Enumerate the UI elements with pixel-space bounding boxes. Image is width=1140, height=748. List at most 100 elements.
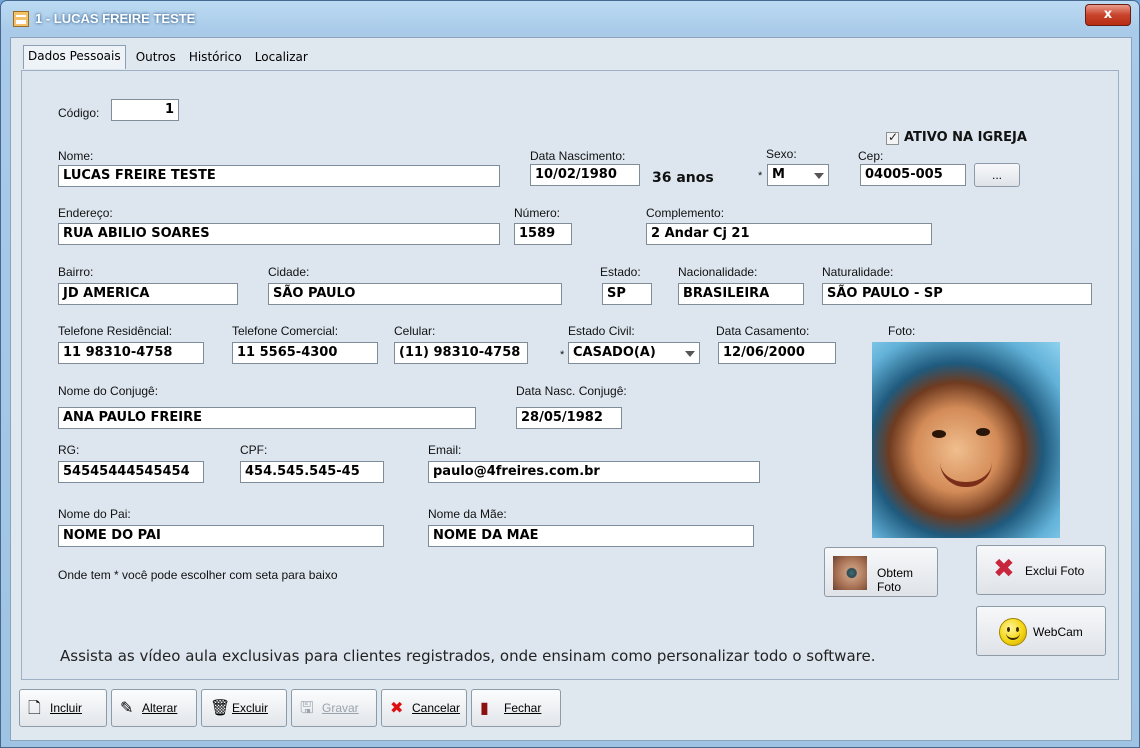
new-document-icon: 🗋 (28, 698, 41, 717)
casamento-field[interactable]: 12/06/2000 (718, 342, 836, 364)
email-field[interactable]: paulo@4freires.com.br (428, 461, 760, 483)
cpf-field[interactable]: 454.545.545-45 (240, 461, 384, 483)
cancelar-label: Cancelar (412, 701, 461, 715)
sexo-select[interactable]: M (767, 164, 829, 186)
gravar-label: Gravar (322, 701, 359, 715)
pai-field[interactable]: NOME DO PAI (58, 525, 384, 547)
nascimento-field[interactable]: 10/02/1980 (530, 164, 640, 186)
codigo-label: Código: (58, 106, 100, 120)
naturalidade-field[interactable]: SÃO PAULO - SP (822, 283, 1092, 305)
obtem-foto-label: Obtem Foto (877, 566, 914, 594)
nacionalidade-label: Nacionalidade: (678, 265, 758, 279)
nome-label: Nome: (58, 149, 94, 163)
nasc-conjuge-field[interactable]: 28/05/1982 (516, 407, 622, 429)
cep-label: Cep: (858, 149, 884, 163)
door-exit-icon: ▮ (480, 698, 489, 717)
cep-lookup-button[interactable]: ... (974, 163, 1020, 187)
photo-smile (940, 462, 992, 487)
foto-label: Foto: (888, 324, 916, 338)
tel-com-label: Telefone Comercial: (232, 324, 339, 338)
window-title: 1 - LUCAS FREIRE TESTE (35, 11, 196, 26)
nasc-conjuge-label: Data Nasc. Conjugê: (516, 384, 627, 398)
cancelar-button[interactable]: ✖ Cancelar (381, 689, 467, 727)
endereco-label: Endereço: (58, 206, 113, 220)
endereco-field[interactable]: RUA ABILIO SOARES (58, 223, 500, 245)
required-marker: * (758, 170, 763, 182)
edit-icon: ✎ (120, 698, 134, 717)
webcam-label: WebCam (1033, 625, 1083, 639)
chevron-down-icon[interactable] (685, 351, 695, 357)
incluir-button[interactable]: 🗋 Incluir (19, 689, 107, 727)
estado-field[interactable]: SP (602, 283, 652, 305)
member-photo (872, 342, 1060, 538)
cidade-field[interactable]: SÃO PAULO (268, 283, 562, 305)
save-icon: 🖫 (300, 698, 314, 717)
hint-text: Onde tem * você pode escolher com seta p… (58, 568, 338, 582)
check-icon: ✓ (888, 130, 899, 144)
client-area: Dados Pessoais Outros Histórico Localiza… (10, 37, 1132, 741)
title-bar: 1 - LUCAS FREIRE TESTE x (1, 1, 1139, 37)
celular-label: Celular: (394, 324, 436, 338)
obtem-foto-button[interactable]: Obtem Foto (824, 547, 938, 597)
app-icon (13, 11, 29, 27)
webcam-button[interactable]: WebCam (976, 606, 1106, 656)
numero-label: Número: (514, 206, 561, 220)
estado-civil-select[interactable]: CASADO(A) (568, 342, 700, 364)
rg-label: RG: (58, 443, 80, 457)
excluir-button[interactable]: 🗑 Excluir (201, 689, 287, 727)
excluir-label: Excluir (232, 701, 269, 715)
tel-res-field[interactable]: 11 98310-4758 (58, 342, 204, 364)
estado-label: Estado: (600, 265, 641, 279)
cep-field[interactable]: 04005-005 (860, 164, 966, 186)
sexo-value: M (772, 167, 785, 182)
nacionalidade-field[interactable]: BRASILEIRA (678, 283, 804, 305)
tab-historico[interactable]: Histórico (186, 47, 245, 67)
alterar-label: Alterar (142, 701, 178, 715)
fechar-button[interactable]: ▮ Fechar (471, 689, 561, 727)
bairro-label: Bairro: (58, 265, 94, 279)
bairro-field[interactable]: JD AMERICA (58, 283, 238, 305)
chevron-down-icon[interactable] (814, 173, 824, 179)
codigo-field[interactable]: 1 (111, 99, 179, 121)
celular-field[interactable]: (11) 98310-4758 (394, 342, 528, 364)
mae-field[interactable]: NOME DA MAE (428, 525, 754, 547)
casamento-label: Data Casamento: (716, 324, 810, 338)
numero-field[interactable]: 1589 (514, 223, 572, 245)
checkbox-box[interactable]: ✓ (886, 130, 899, 145)
tel-com-field[interactable]: 11 5565-4300 (232, 342, 378, 364)
naturalidade-label: Naturalidade: (822, 265, 894, 279)
rg-field[interactable]: 54545444545454 (58, 461, 204, 483)
app-window: 1 - LUCAS FREIRE TESTE x Dados Pessoais … (0, 0, 1140, 748)
tab-strip: Dados Pessoais Outros Histórico Localiza… (23, 45, 313, 69)
conjuge-field[interactable]: ANA PAULO FREIRE (58, 407, 476, 429)
photo-eye (932, 430, 946, 438)
exclui-foto-label: Exclui Foto (1025, 564, 1085, 578)
incluir-label: Incluir (50, 701, 83, 715)
fechar-label: Fechar (504, 701, 542, 715)
alterar-button[interactable]: ✎ Alterar (111, 689, 197, 727)
tel-res-label: Telefone Residêncial: (58, 324, 173, 338)
eye-icon (833, 556, 867, 590)
sexo-label: Sexo: (766, 147, 797, 161)
info-text: Assista as vídeo aula exclusivas para cl… (60, 647, 876, 665)
estado-civil-label: Estado Civil: (568, 324, 635, 338)
complemento-field[interactable]: 2 Andar Cj 21 (646, 223, 932, 245)
pai-label: Nome do Pai: (58, 507, 131, 521)
tab-localizar[interactable]: Localizar (252, 47, 311, 67)
close-button[interactable]: x (1085, 4, 1131, 26)
gravar-button[interactable]: 🖫 Gravar (291, 689, 377, 727)
email-label: Email: (428, 443, 462, 457)
trash-icon: 🗑 (210, 698, 231, 717)
complemento-label: Complemento: (646, 206, 725, 220)
nascimento-label: Data Nascimento: (530, 149, 626, 163)
ativo-label: ATIVO NA IGREJA (904, 130, 1027, 145)
tab-dados-pessoais[interactable]: Dados Pessoais (23, 45, 126, 69)
cancel-icon: ✖ (390, 698, 404, 717)
required-marker-civil: * (560, 349, 565, 361)
cpf-label: CPF: (240, 443, 268, 457)
nome-field[interactable]: LUCAS FREIRE TESTE (58, 165, 500, 187)
exclui-foto-button[interactable]: ✖ Exclui Foto (976, 545, 1106, 595)
tab-outros[interactable]: Outros (133, 47, 179, 67)
age-text: 36 anos (652, 170, 714, 186)
bottom-toolbar: 🗋 Incluir ✎ Alterar 🗑 Excluir 🖫 Gravar ✖… (19, 683, 1129, 731)
